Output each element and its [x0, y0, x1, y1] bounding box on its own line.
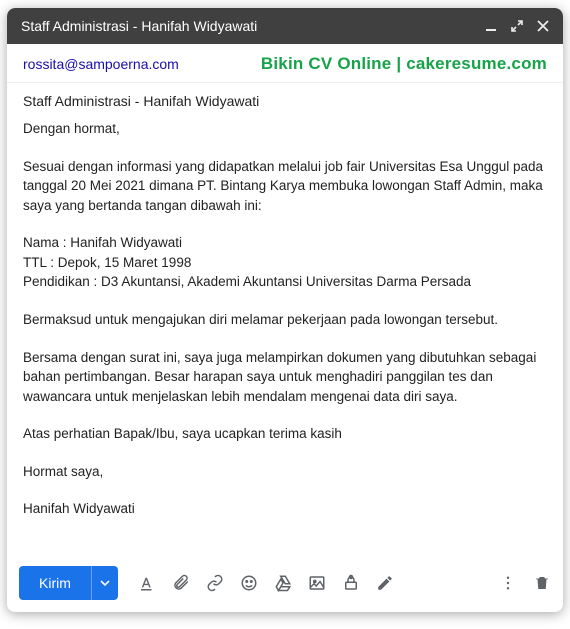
pen-icon[interactable] [376, 574, 394, 592]
body-signature: Hanifah Widyawati [23, 499, 547, 519]
body-pendidikan: Pendidikan : D3 Akuntansi, Akademi Akunt… [23, 272, 547, 292]
close-icon[interactable] [537, 20, 549, 32]
body-area: Dengan hormat, Sesuai dengan informasi y… [7, 119, 563, 556]
recipient-row: rossita@sampoerna.com Bikin CV Online | … [7, 44, 563, 83]
right-icons [499, 574, 551, 592]
more-icon[interactable] [499, 574, 517, 592]
confidential-icon[interactable] [342, 574, 360, 592]
image-icon[interactable] [308, 574, 326, 592]
link-icon[interactable] [206, 574, 224, 592]
compose-window: Staff Administrasi - Hanifah Widyawati r… [7, 8, 563, 612]
titlebar: Staff Administrasi - Hanifah Widyawati [7, 8, 563, 44]
recipient-email[interactable]: rossita@sampoerna.com [23, 56, 179, 72]
minimize-icon[interactable] [485, 20, 497, 32]
watermark-text: Bikin CV Online | cakeresume.com [179, 54, 547, 74]
body-nama: Nama : Hanifah Widyawati [23, 233, 547, 253]
format-icons [138, 574, 394, 592]
attach-icon[interactable] [172, 574, 190, 592]
subject-field[interactable]: Staff Administrasi - Hanifah Widyawati [7, 83, 563, 119]
window-controls [485, 20, 549, 32]
body-greeting: Dengan hormat, [23, 119, 547, 139]
font-icon[interactable] [138, 574, 156, 592]
window-title: Staff Administrasi - Hanifah Widyawati [21, 18, 485, 34]
body-ttl: TTL : Depok, 15 Maret 1998 [23, 253, 547, 273]
send-more-button[interactable] [91, 566, 118, 600]
body-closing: Hormat saya, [23, 462, 547, 482]
body-p2: Bermaksud untuk mengajukan diri melamar … [23, 310, 547, 330]
drive-icon[interactable] [274, 574, 292, 592]
send-button[interactable]: Kirim [19, 566, 91, 600]
body-p3: Bersama dengan surat ini, saya juga mela… [23, 348, 547, 407]
toolbar: Kirim [7, 556, 563, 612]
trash-icon[interactable] [533, 574, 551, 592]
body-p4: Atas perhatian Bapak/Ibu, saya ucapkan t… [23, 424, 547, 444]
expand-icon[interactable] [511, 20, 523, 32]
email-body[interactable]: Dengan hormat, Sesuai dengan informasi y… [23, 119, 559, 556]
send-group: Kirim [19, 566, 118, 600]
emoji-icon[interactable] [240, 574, 258, 592]
body-p1: Sesuai dengan informasi yang didapatkan … [23, 157, 547, 216]
